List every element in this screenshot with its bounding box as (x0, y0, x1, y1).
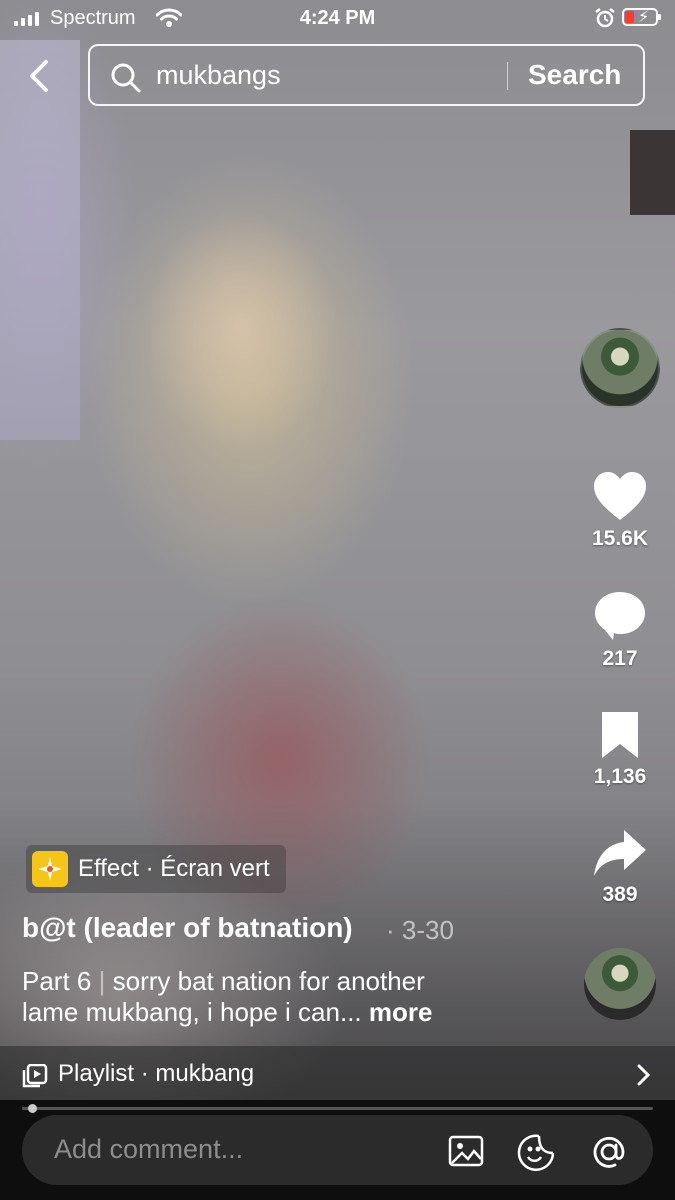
caption-line-2: lame mukbang, i hope i can... (22, 997, 362, 1027)
post-date: · 3-30 (386, 915, 454, 945)
caption-line-1: sorry bat nation for another (112, 966, 425, 996)
caption-more-link[interactable]: more (369, 997, 433, 1027)
battery-icon: ⚡ (622, 8, 661, 26)
video-progress-bar[interactable] (22, 1104, 653, 1113)
sparkle-icon (32, 851, 68, 887)
caption-separator: | (98, 966, 106, 996)
bookmark-icon (602, 712, 638, 758)
music-disc[interactable] (584, 948, 656, 1020)
image-icon[interactable] (448, 1133, 484, 1169)
search-button[interactable]: Search (528, 59, 621, 91)
chevron-right-icon (637, 1064, 651, 1086)
emoji-sticker-icon[interactable] (517, 1133, 557, 1171)
alarm-icon (595, 8, 615, 28)
back-arrow-icon[interactable] (22, 58, 58, 94)
save-count: 1,136 (593, 765, 647, 788)
comment-count: 217 (602, 647, 638, 670)
like-count: 15.6K (591, 527, 649, 550)
effect-label: Effect · Écran vert (78, 855, 270, 882)
comment-bubble-icon (595, 592, 645, 640)
background-poster (0, 40, 80, 440)
playlist-bar[interactable]: Playlist · mukbang (0, 1046, 675, 1102)
clock: 4:24 PM (299, 7, 376, 29)
search-icon (111, 63, 141, 93)
playlist-icon (22, 1064, 48, 1088)
like-button[interactable]: 15.6K (575, 470, 665, 551)
username[interactable]: b@t (leader of batnation) (22, 912, 353, 944)
caption-part: Part 6 (22, 966, 92, 996)
status-bar: Spectrum 4:24 PM ⚡ (0, 0, 675, 40)
caption[interactable]: Part 6 | sorry bat nation for another la… (22, 966, 542, 1028)
search-input[interactable]: mukbangs (156, 60, 281, 91)
share-button[interactable]: 389 (575, 828, 665, 907)
search-divider (507, 62, 508, 90)
mention-icon[interactable] (589, 1133, 629, 1171)
comment-placeholder: Add comment... (54, 1134, 244, 1164)
comment-button[interactable]: 217 (575, 590, 665, 671)
share-count: 389 (602, 883, 638, 906)
share-arrow-icon (594, 830, 646, 876)
background-picture-frame (630, 130, 675, 215)
search-bar[interactable]: mukbangs Search (88, 44, 645, 106)
comment-input[interactable]: Add comment... (22, 1115, 653, 1185)
heart-icon (594, 472, 646, 520)
playlist-label: Playlist · mukbang (58, 1060, 255, 1087)
effect-badge[interactable]: Effect · Écran vert (26, 845, 286, 893)
creator-avatar[interactable] (580, 328, 660, 408)
save-button[interactable]: 1,136 (575, 710, 665, 789)
